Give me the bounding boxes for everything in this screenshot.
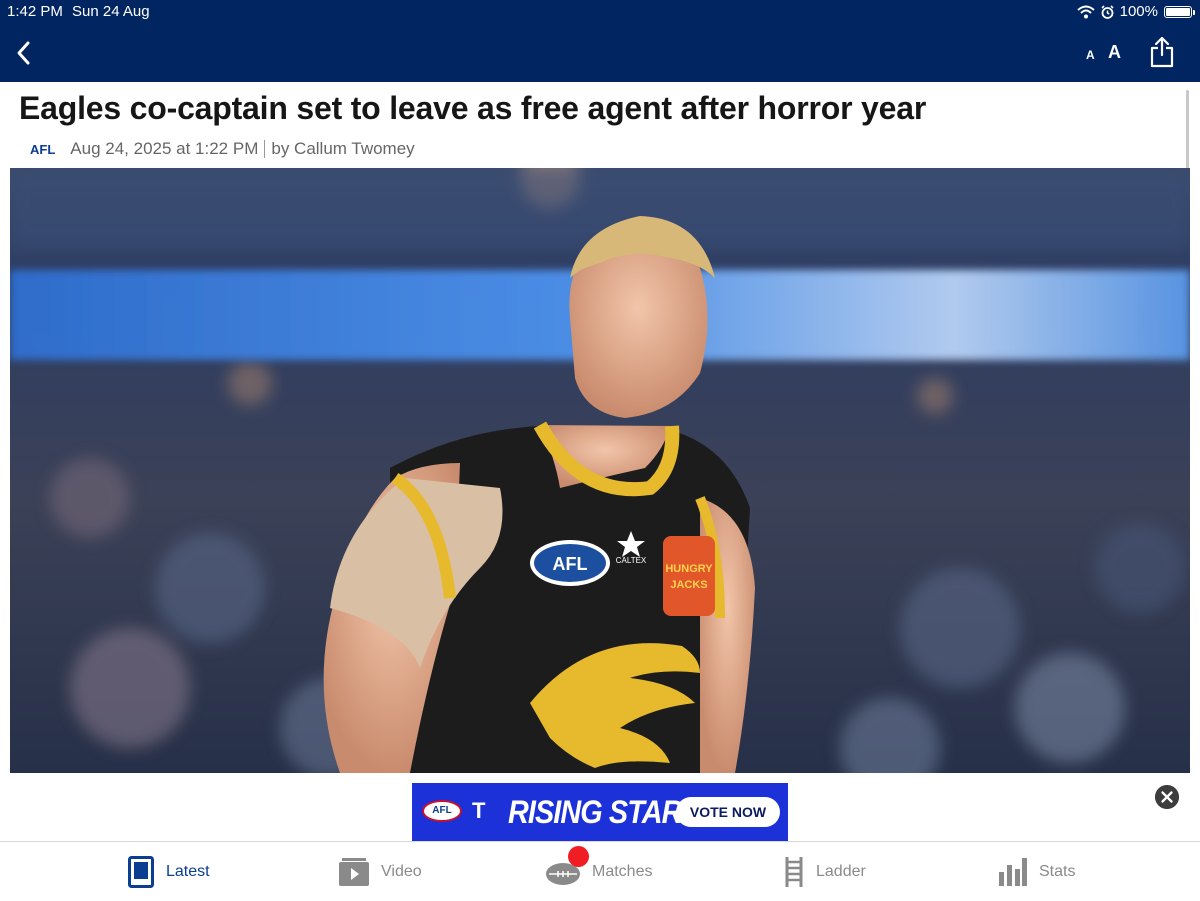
font-size-increase-button[interactable]: A	[1108, 42, 1121, 63]
ladder-icon	[785, 857, 803, 887]
jersey-afl-logo: AFL	[553, 554, 588, 574]
tab-stats-label: Stats	[1039, 863, 1076, 880]
category-tag[interactable]: AFL	[30, 142, 55, 157]
ad-title: RISING STAR	[508, 794, 682, 830]
chevron-left-icon[interactable]	[12, 38, 36, 68]
tab-matches-label: Matches	[592, 863, 653, 880]
jersey-sponsor-caltex: CALTEX	[616, 556, 647, 565]
ad-afl-logo: AFL	[422, 800, 462, 822]
notification-badge	[568, 846, 589, 867]
tab-ladder-label: Ladder	[816, 863, 866, 880]
tab-video[interactable]: Video	[339, 854, 422, 890]
article-byline: AFL Aug 24, 2025 at 1:22 PM by Callum Tw…	[30, 139, 415, 159]
jersey-sponsor-jacks: JACKS	[670, 579, 707, 591]
font-size-decrease-button[interactable]: A	[1086, 48, 1095, 62]
navigation-bar: A A	[0, 24, 1200, 82]
tab-video-label: Video	[381, 863, 422, 880]
status-bar: 1:42 PM Sun 24 Aug 100%	[0, 0, 1200, 24]
ad-t-mark: T	[472, 798, 486, 823]
ad-vote-button[interactable]: VOTE NOW	[676, 797, 780, 827]
wifi-icon	[1076, 5, 1095, 18]
play-icon	[339, 858, 369, 886]
status-date: Sun 24 Aug	[72, 3, 150, 20]
tab-latest[interactable]: Latest	[128, 854, 210, 890]
share-icon[interactable]	[1150, 36, 1174, 68]
battery-percent: 100%	[1119, 3, 1158, 20]
status-time: 1:42 PM	[7, 3, 63, 20]
jersey-sponsor-hungry: HUNGRY	[665, 563, 713, 575]
battery-icon	[1164, 5, 1195, 18]
article-date: Aug 24, 2025 at 1:22 PM	[70, 139, 259, 158]
tab-stats[interactable]: Stats	[999, 854, 1075, 890]
tab-ladder[interactable]: Ladder	[784, 854, 866, 890]
status-right: 100%	[1076, 3, 1195, 20]
tab-latest-label: Latest	[166, 863, 210, 880]
scroll-indicator[interactable]	[1186, 90, 1189, 180]
byline-divider	[264, 140, 266, 158]
article-headline: Eagles co-captain set to leave as free a…	[19, 90, 927, 126]
tab-matches[interactable]: Matches	[546, 854, 652, 890]
news-icon	[128, 856, 154, 888]
tab-bar: Latest Video Matches Ladder Stats	[0, 841, 1200, 901]
bar-chart-icon	[999, 858, 1027, 886]
article-hero-image: AFL CALTEX HUNGRY JACKS	[10, 168, 1190, 773]
close-icon[interactable]	[1155, 785, 1179, 809]
alarm-icon	[1101, 4, 1114, 19]
article-author: by Callum Twomey	[271, 139, 415, 158]
ad-banner[interactable]: AFL T RISING STAR VOTE NOW	[412, 783, 788, 841]
